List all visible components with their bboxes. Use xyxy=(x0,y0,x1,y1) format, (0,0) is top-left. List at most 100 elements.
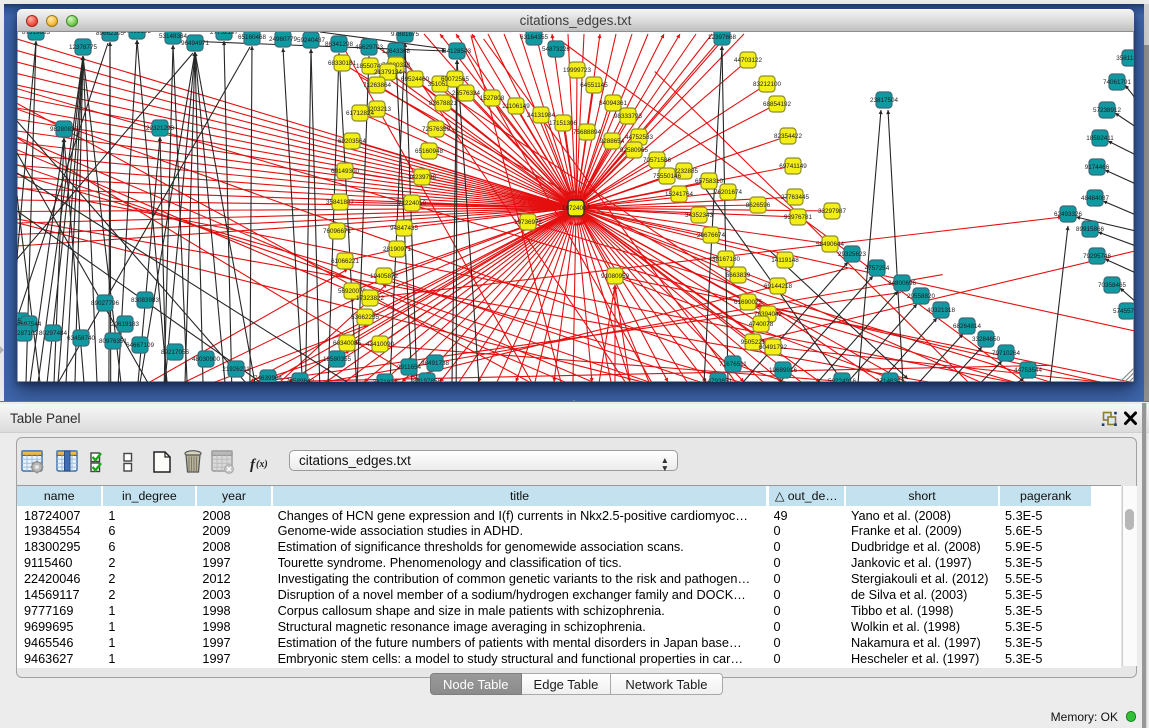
svg-text:33284650: 33284650 xyxy=(972,336,1001,343)
svg-text:2911654: 2911654 xyxy=(397,364,422,371)
svg-text:68264814: 68264814 xyxy=(953,323,982,330)
svg-text:75550146: 75550146 xyxy=(653,173,682,180)
svg-text:57238912: 57238912 xyxy=(1093,107,1122,114)
svg-text:72576359: 72576359 xyxy=(422,126,451,133)
svg-text:34352343: 34352343 xyxy=(685,212,714,219)
svg-text:61690025: 61690025 xyxy=(734,299,763,306)
svg-text:24131984: 24131984 xyxy=(527,112,556,119)
svg-text:18592411: 18592411 xyxy=(1086,135,1114,142)
svg-text:12643368: 12643368 xyxy=(382,48,411,55)
svg-text:29325623: 29325623 xyxy=(838,251,867,258)
svg-text:64667109: 64667109 xyxy=(126,342,155,349)
svg-text:68330181: 68330181 xyxy=(328,60,357,67)
svg-text:18724007: 18724007 xyxy=(562,205,591,212)
svg-text:70571586: 70571586 xyxy=(643,157,672,164)
svg-text:19405872: 19405872 xyxy=(370,273,399,280)
svg-text:21926211: 21926211 xyxy=(222,366,250,373)
svg-text:79295746: 79295746 xyxy=(1083,253,1112,260)
svg-text:80976351: 80976351 xyxy=(99,338,128,345)
svg-text:14119148: 14119148 xyxy=(771,257,799,264)
svg-text:33297987: 33297987 xyxy=(818,208,847,215)
svg-text:70358465: 70358465 xyxy=(1098,282,1127,289)
svg-text:29558820: 29558820 xyxy=(907,293,936,300)
svg-text:84094361: 84094361 xyxy=(599,100,628,107)
svg-text:48484087: 48484087 xyxy=(1081,195,1110,202)
svg-text:92580965: 92580965 xyxy=(620,147,649,154)
svg-text:61066221: 61066221 xyxy=(331,258,360,265)
svg-text:34800696: 34800696 xyxy=(888,280,917,287)
svg-text:17151306: 17151306 xyxy=(549,120,578,127)
svg-text:74061791: 74061791 xyxy=(1103,79,1132,86)
svg-text:97881675: 97881675 xyxy=(391,32,420,38)
svg-text:89027796: 89027796 xyxy=(91,300,120,307)
svg-text:34239798: 34239798 xyxy=(408,174,437,181)
svg-text:91080959: 91080959 xyxy=(601,273,630,280)
svg-text:79710264: 79710264 xyxy=(992,350,1021,357)
svg-text:54873226: 54873226 xyxy=(542,46,571,53)
svg-text:17093192: 17093192 xyxy=(123,32,152,35)
svg-text:48030900: 48030900 xyxy=(192,356,221,363)
svg-text:9288654: 9288654 xyxy=(600,138,625,145)
svg-text:94847435: 94847435 xyxy=(390,225,419,232)
svg-text:21106149: 21106149 xyxy=(502,103,530,110)
svg-text:45629703: 45629703 xyxy=(355,44,384,51)
svg-text:4740078: 4740078 xyxy=(749,321,774,328)
svg-text:88197858: 88197858 xyxy=(413,378,442,382)
svg-text:71224010: 71224010 xyxy=(398,200,427,207)
svg-text:82678821: 82678821 xyxy=(429,100,458,107)
svg-text:24960779: 24960779 xyxy=(269,36,298,43)
svg-text:83212100: 83212100 xyxy=(753,81,782,88)
svg-text:23817504: 23817504 xyxy=(870,97,899,104)
svg-text:14793831: 14793831 xyxy=(704,378,733,382)
svg-text:12378775: 12378775 xyxy=(69,44,98,51)
svg-text:(x): (x) xyxy=(256,459,268,470)
svg-text:1527808: 1527808 xyxy=(480,95,505,102)
svg-text:96494971: 96494971 xyxy=(181,40,210,47)
svg-text:27763445: 27763445 xyxy=(781,194,810,201)
svg-text:59240437: 59240437 xyxy=(297,37,326,44)
svg-text:59224916: 59224916 xyxy=(828,378,857,382)
svg-text:53662255: 53662255 xyxy=(351,314,380,321)
svg-text:3871813: 3871813 xyxy=(373,379,398,382)
svg-text:64551145: 64551145 xyxy=(580,82,608,89)
svg-text:89217056: 89217056 xyxy=(161,349,190,356)
svg-text:44752583: 44752583 xyxy=(625,134,654,141)
svg-text:19689916: 19689916 xyxy=(769,367,798,374)
svg-text:44703122: 44703122 xyxy=(734,57,763,64)
svg-text:69149300: 69149300 xyxy=(331,168,360,175)
svg-text:54128543: 54128543 xyxy=(443,48,472,55)
svg-text:69203564: 69203564 xyxy=(338,138,367,145)
svg-text:63164355: 63164355 xyxy=(520,34,549,41)
svg-text:62493326: 62493326 xyxy=(1054,211,1083,218)
svg-text:89915866: 89915866 xyxy=(1076,226,1105,233)
svg-text:75688894: 75688894 xyxy=(573,129,602,136)
svg-text:53148384: 53148384 xyxy=(159,33,188,40)
svg-text:27146343: 27146343 xyxy=(876,378,905,382)
svg-text:80297484: 80297484 xyxy=(39,330,68,337)
svg-text:60491792: 60491792 xyxy=(759,344,788,351)
svg-text:68854192: 68854192 xyxy=(763,101,792,108)
svg-text:60072565: 60072565 xyxy=(441,76,470,83)
svg-text:35811353: 35811353 xyxy=(1116,55,1134,62)
svg-text:25576324: 25576324 xyxy=(452,90,481,97)
svg-text:38167180: 38167180 xyxy=(712,256,741,263)
svg-text:57455770: 57455770 xyxy=(1113,308,1134,315)
svg-text:83083983: 83083983 xyxy=(131,297,160,304)
svg-text:74639904: 74639904 xyxy=(254,375,283,382)
svg-text:26676674: 26676674 xyxy=(697,232,726,239)
svg-text:74589642: 74589642 xyxy=(286,378,315,382)
svg-text:4757254: 4757254 xyxy=(865,265,890,272)
svg-text:69144218: 69144218 xyxy=(764,283,793,290)
svg-text:98333793: 98333793 xyxy=(614,113,643,120)
svg-text:76201674: 76201674 xyxy=(714,189,743,196)
svg-text:82354422: 82354422 xyxy=(774,133,803,140)
svg-text:10736972: 10736972 xyxy=(514,219,543,226)
svg-text:21287103: 21287103 xyxy=(17,330,38,337)
svg-text:21379134: 21379134 xyxy=(374,69,403,76)
svg-text:6663839: 6663839 xyxy=(726,272,751,279)
svg-text:9174466: 9174466 xyxy=(1085,164,1110,171)
svg-text:15241764: 15241764 xyxy=(665,191,694,198)
svg-text:18580355: 18580355 xyxy=(323,356,352,363)
svg-text:44753544: 44753544 xyxy=(1014,367,1043,374)
svg-text:76096671: 76096671 xyxy=(323,228,352,235)
